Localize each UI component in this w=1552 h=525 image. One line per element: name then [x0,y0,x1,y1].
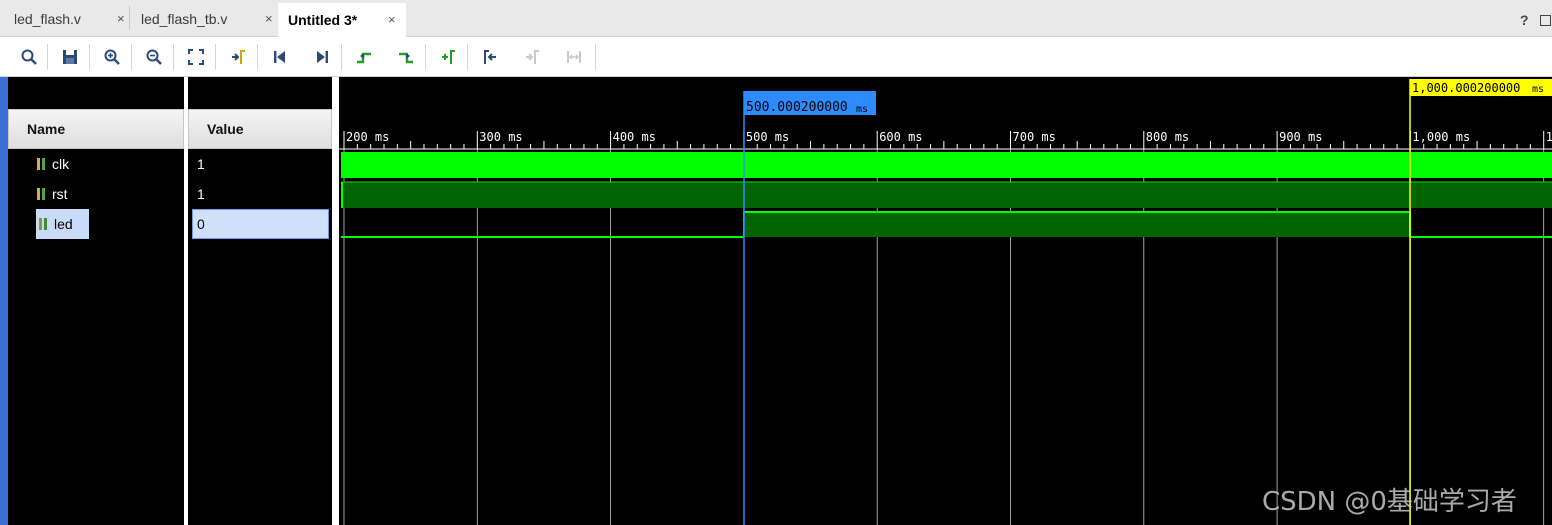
tab-label: led_flash_tb.v [141,10,228,27]
search-icon[interactable] [17,45,41,69]
signal-value-clk: 1 [197,156,205,172]
value-column-label: Value [207,121,244,137]
name-column-label: Name [27,121,66,137]
name-column-header[interactable]: Name [8,109,184,149]
signal-value-rst: 1 [197,186,205,202]
next-transition-icon[interactable] [394,45,418,69]
time-ruler[interactable]: 200 ms 300 ms 400 ms 500 ms 600 ms 700 ms 800 … [339,130,1552,150]
ruler-tick-label: 200 ms [346,130,389,144]
save-icon[interactable] [58,45,82,69]
window-border [0,77,8,525]
help-icon[interactable]: ? [1520,12,1529,28]
zoom-in-icon[interactable] [100,45,124,69]
close-icon[interactable]: × [265,11,273,26]
ruler-tick-label: 900 ms [1279,130,1322,144]
ruler-tick-label: 500 ms [746,130,789,144]
previous-transition-icon[interactable] [352,45,376,69]
signal-row-rst[interactable]: rst [36,179,68,209]
ruler-tick-label: 1 [1546,130,1552,144]
go-to-time-zero-icon[interactable] [268,45,292,69]
signal-row-led[interactable]: led [36,209,89,239]
previous-marker-icon[interactable] [478,45,502,69]
value-column-header[interactable]: Value [188,109,332,149]
ruler-tick-label: 300 ms [479,130,522,144]
waveform-led[interactable] [341,211,1552,238]
ruler-tick-label: 1,000 ms [1412,130,1470,144]
swap-cursors-icon[interactable] [562,45,586,69]
maximize-icon[interactable] [1540,15,1551,26]
tab-led-flash-tb-v[interactable]: led_flash_tb.v × [127,3,277,34]
watermark: CSDN @0基础学习者 [1262,487,1517,517]
ruler-tick-label: 400 ms [613,130,656,144]
go-to-last-time-icon[interactable] [310,45,334,69]
signal-names-panel: Name clk rst led [8,77,184,525]
waveform-toolbar [0,37,1552,77]
marker-time-value: 1,000.000200000 [1412,81,1520,95]
tab-label: led_flash.v [14,10,81,27]
waveform-clk[interactable] [341,152,1552,178]
signal-name: clk [52,156,70,172]
go-to-cursor-icon[interactable] [226,45,250,69]
signal-values-panel: Value 1 1 0 [188,77,332,525]
add-marker-icon[interactable] [436,45,460,69]
signal-value-led: 0 [192,209,329,239]
ruler-tick-label: 800 ms [1146,130,1189,144]
tab-led-flash-v[interactable]: led_flash.v × [0,3,128,34]
signal-name: rst [52,186,68,202]
zoom-fit-icon[interactable] [184,45,208,69]
waveform-viewer[interactable]: 200 ms 300 ms 400 ms 500 ms 600 ms 700 ms 800 … [339,77,1552,525]
tab-label: Untitled 3* [288,12,358,28]
signal-row-clk[interactable]: clk [36,149,69,179]
next-marker-icon[interactable] [520,45,544,69]
signal-icon [39,218,47,230]
marker-time-unit: ms [1532,84,1544,95]
zoom-out-icon[interactable] [142,45,166,69]
ruler-tick-label: 700 ms [1013,130,1056,144]
signal-icon [37,158,45,170]
panel-splitter[interactable] [332,77,339,525]
close-icon[interactable]: × [117,11,125,26]
tab-untitled-3[interactable]: Untitled 3* × [278,3,406,37]
waveform-rst[interactable] [341,182,1552,208]
signal-name: led [54,216,73,232]
cursor-time-unit: ms [856,104,868,115]
signal-icon [37,188,45,200]
ruler-tick-label: 600 ms [879,130,922,144]
cursor-time-value: 500.000200000 [746,100,848,115]
close-icon[interactable]: × [388,12,396,27]
editor-tab-bar: led_flash.v × led_flash_tb.v × Untitled … [0,0,1552,37]
